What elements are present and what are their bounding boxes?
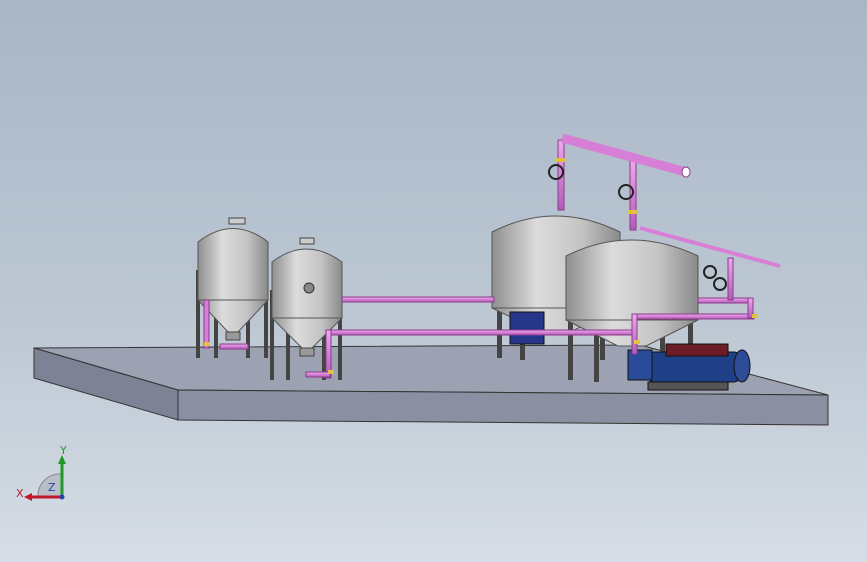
triad-z-label: Z [48,481,56,494]
pipe-segment [631,313,638,355]
pipe-segment [219,343,249,350]
pipe-segment [305,371,331,378]
flange [204,342,210,346]
flange [628,210,638,214]
sight-glass-icon [303,282,315,294]
pipe-segment [697,297,753,304]
pipe-segment [325,329,635,336]
valve-wheel-icon [713,277,727,291]
assembly-scene[interactable]: Y X Z [0,0,867,562]
triad-x-label: X [16,487,24,500]
coordinate-triad-icon: Y X Z [16,444,67,501]
flange [328,370,334,374]
flange [752,314,758,318]
flange [556,158,566,162]
pipe-segment [727,257,734,301]
valve-wheel-icon [703,265,717,279]
model-viewport[interactable]: Y X Z [0,0,867,562]
pipe-segment [341,296,495,303]
pipe-segment [631,313,755,320]
flange [634,340,640,344]
drain-pipe [203,299,210,349]
tank-small-left[interactable] [196,217,270,358]
mixer-drive [509,311,545,345]
triad-y-label: Y [59,444,67,457]
header-pipe [560,133,688,177]
